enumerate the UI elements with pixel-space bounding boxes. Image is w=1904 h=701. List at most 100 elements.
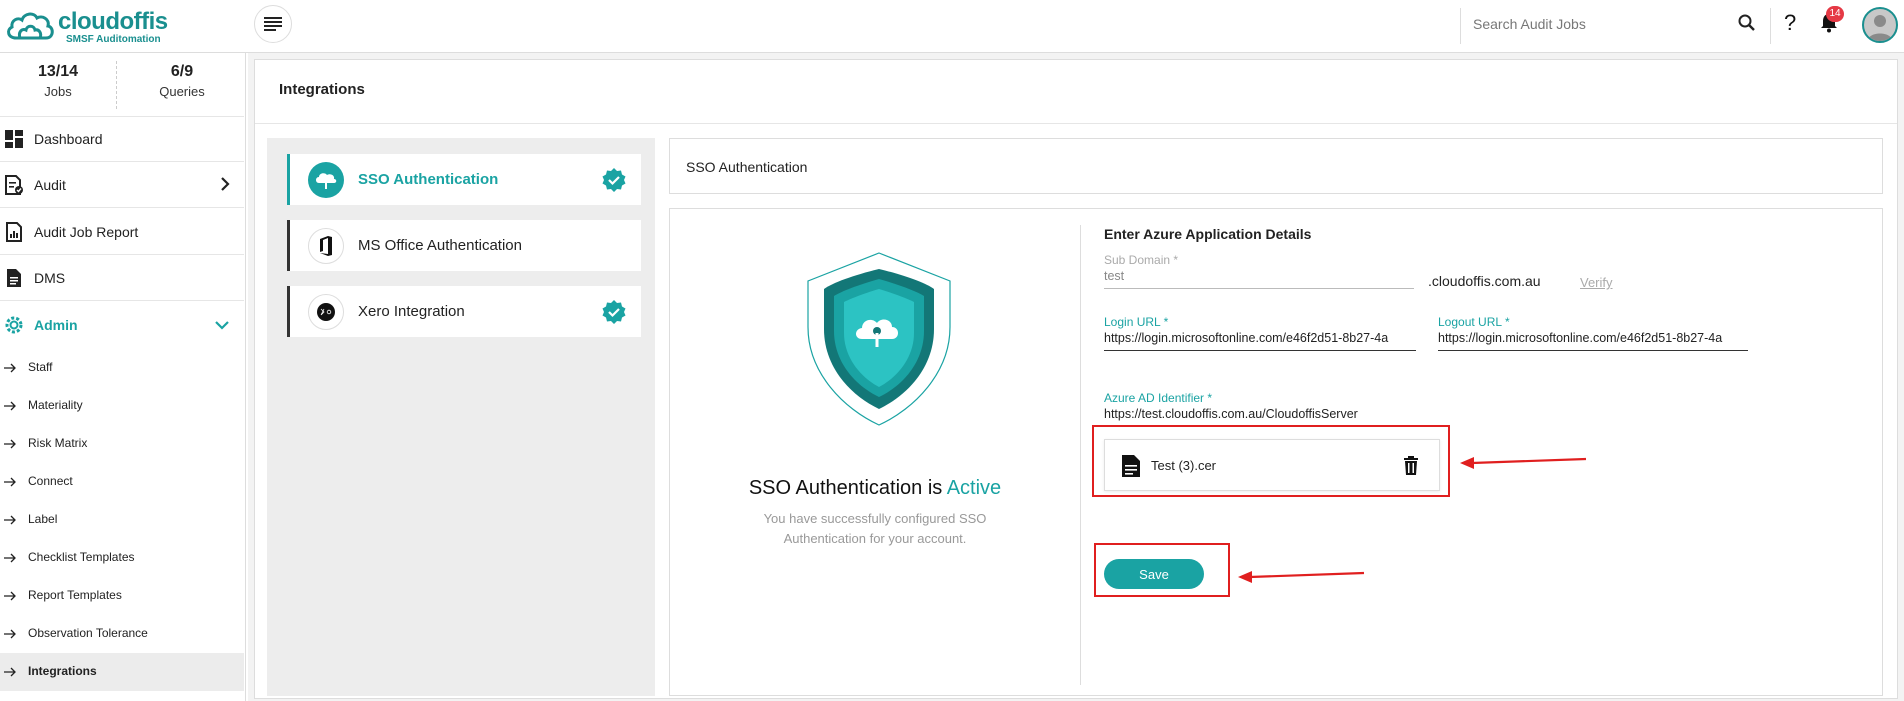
domain-suffix: .cloudoffis.com.au	[1428, 273, 1541, 289]
sso-status-description: You have successfully configured SSO Aut…	[763, 511, 987, 546]
arrow-right-icon	[4, 477, 16, 487]
sidebar-item-dms[interactable]: DMS	[0, 256, 244, 300]
office-icon-wrap	[308, 228, 344, 264]
arrow-right-icon	[4, 401, 16, 411]
admin-item-label: Materiality	[28, 398, 83, 412]
admin-item-label: Connect	[28, 474, 73, 488]
page-title: Integrations	[279, 81, 365, 98]
arrow-right-icon	[4, 553, 16, 563]
queries-stat[interactable]: 6/9 Queries	[124, 63, 240, 99]
form-title: Enter Azure Application Details	[1104, 226, 1312, 242]
sidebar-item-audit[interactable]: Audit	[0, 163, 244, 207]
sidebar-item-label: Dashboard	[34, 131, 103, 147]
document-icon	[1122, 455, 1140, 477]
jobs-count: 13/14	[37, 63, 79, 80]
notification-badge: 14	[1826, 6, 1844, 22]
stats-panel: 13/14 Jobs 6/9 Queries	[0, 53, 244, 117]
nav-separator	[0, 207, 244, 208]
xero-icon-wrap	[308, 294, 344, 330]
shield-cloud-icon	[807, 252, 951, 426]
azure-id-input[interactable]: https://test.cloudoffis.com.au/Cloudoffi…	[1104, 403, 1416, 427]
sidebar-item-dashboard[interactable]: Dashboard	[0, 117, 244, 161]
admin-item-risk-matrix[interactable]: Risk Matrix	[0, 425, 244, 463]
sidebar: 13/14 Jobs 6/9 Queries Dashboard Audit A…	[0, 53, 246, 701]
admin-item-checklist-templates[interactable]: Checklist Templates	[0, 539, 244, 577]
sidebar-item-label: DMS	[34, 270, 66, 286]
sso-panel-body: SSO Authentication is Active You have su…	[669, 208, 1883, 696]
admin-item-label-settings[interactable]: Label	[0, 501, 244, 539]
sidebar-item-admin[interactable]: Admin	[0, 303, 244, 347]
verify-link[interactable]: Verify	[1580, 275, 1613, 290]
top-bar: cloudoffis SMSF Auditomation ? 14	[0, 0, 1904, 53]
verified-check-icon	[602, 168, 626, 192]
jobs-stat[interactable]: 13/14 Jobs	[0, 63, 116, 99]
admin-item-label: Label	[28, 512, 58, 526]
integration-ms-office[interactable]: MS Office Authentication	[287, 220, 641, 271]
avatar[interactable]	[1862, 7, 1898, 43]
sso-status-word: Active	[946, 477, 1002, 499]
menu-toggle-button[interactable]	[254, 5, 292, 43]
user-avatar-icon	[1868, 15, 1892, 41]
admin-item-label: Integrations	[28, 664, 97, 678]
sidebar-item-label: Audit	[34, 177, 66, 193]
queries-label: Queries	[159, 84, 205, 99]
certificate-file-name: Test (3).cer	[1151, 458, 1217, 473]
stats-divider	[116, 61, 117, 109]
annotation-arrow-icon	[1460, 457, 1587, 469]
sso-panel-header: SSO Authentication	[669, 138, 1883, 194]
login-url-input[interactable]: https://login.microsoftonline.com/e46f2d…	[1104, 327, 1416, 351]
topbar-divider	[1770, 8, 1771, 44]
sso-status-prefix: SSO Authentication is	[748, 477, 943, 499]
integration-label: Xero Integration	[358, 303, 465, 320]
verified-check-icon	[602, 300, 626, 324]
logo[interactable]: cloudoffis SMSF Auditomation	[6, 6, 168, 45]
sso-icon-wrap	[308, 162, 344, 198]
arrow-right-icon	[4, 439, 16, 449]
file-icon	[7, 269, 21, 287]
jobs-label: Jobs	[44, 84, 72, 99]
cloud-logo-icon	[7, 12, 54, 40]
certificate-file: Test (3).cer	[1104, 439, 1440, 491]
admin-item-observation-tolerance[interactable]: Observation Tolerance	[0, 615, 244, 653]
dashboard-icon	[5, 130, 23, 148]
logout-url-input[interactable]: https://login.microsoftonline.com/e46f2d…	[1438, 327, 1748, 351]
admin-item-integrations[interactable]: Integrations	[0, 653, 244, 691]
sidebar-item-audit-job-report[interactable]: Audit Job Report	[0, 210, 244, 254]
brand-name: cloudoffis	[58, 8, 168, 35]
title-separator	[255, 123, 1897, 124]
app-root: cloudoffis SMSF Auditomation ? 14	[0, 0, 1904, 701]
audit-document-icon	[5, 175, 23, 195]
arrow-right-icon	[4, 515, 16, 525]
integration-sso[interactable]: SSO Authentication	[287, 154, 641, 205]
search-area	[1460, 8, 1760, 44]
search-input[interactable]	[1473, 16, 1723, 32]
nav-separator	[0, 254, 244, 255]
integration-xero[interactable]: Xero Integration	[287, 286, 641, 337]
chevron-down-icon	[215, 321, 229, 330]
brand-tagline: SMSF Auditomation	[66, 34, 161, 45]
main-content: Integrations SSO Authentication MS Offic…	[248, 53, 1904, 701]
arrow-right-icon	[4, 363, 16, 373]
admin-item-connect[interactable]: Connect	[0, 463, 244, 501]
hamburger-icon	[264, 17, 282, 31]
help-icon[interactable]: ?	[1784, 10, 1796, 36]
sub-domain-input[interactable]: test	[1104, 265, 1414, 289]
sso-panel-title: SSO Authentication	[686, 159, 808, 175]
nav-separator	[0, 300, 244, 301]
sso-status-title: SSO Authentication is Active	[670, 477, 1080, 500]
admin-item-report-templates[interactable]: Report Templates	[0, 577, 244, 615]
admin-item-staff[interactable]: Staff	[0, 349, 244, 387]
panel-divider	[1080, 225, 1081, 685]
xero-icon	[317, 303, 335, 321]
save-button[interactable]: Save	[1104, 559, 1204, 589]
search-icon[interactable]	[1738, 14, 1756, 32]
trash-icon[interactable]	[1403, 456, 1419, 476]
admin-item-materiality[interactable]: Materiality	[0, 387, 244, 425]
integrations-list: SSO Authentication MS Office Authenticat…	[267, 138, 655, 696]
admin-item-label: Staff	[28, 360, 53, 374]
arrow-right-icon	[4, 591, 16, 601]
report-chart-icon	[6, 222, 22, 242]
gear-icon	[5, 316, 23, 334]
office-icon	[320, 236, 332, 256]
chevron-right-icon	[221, 177, 230, 191]
